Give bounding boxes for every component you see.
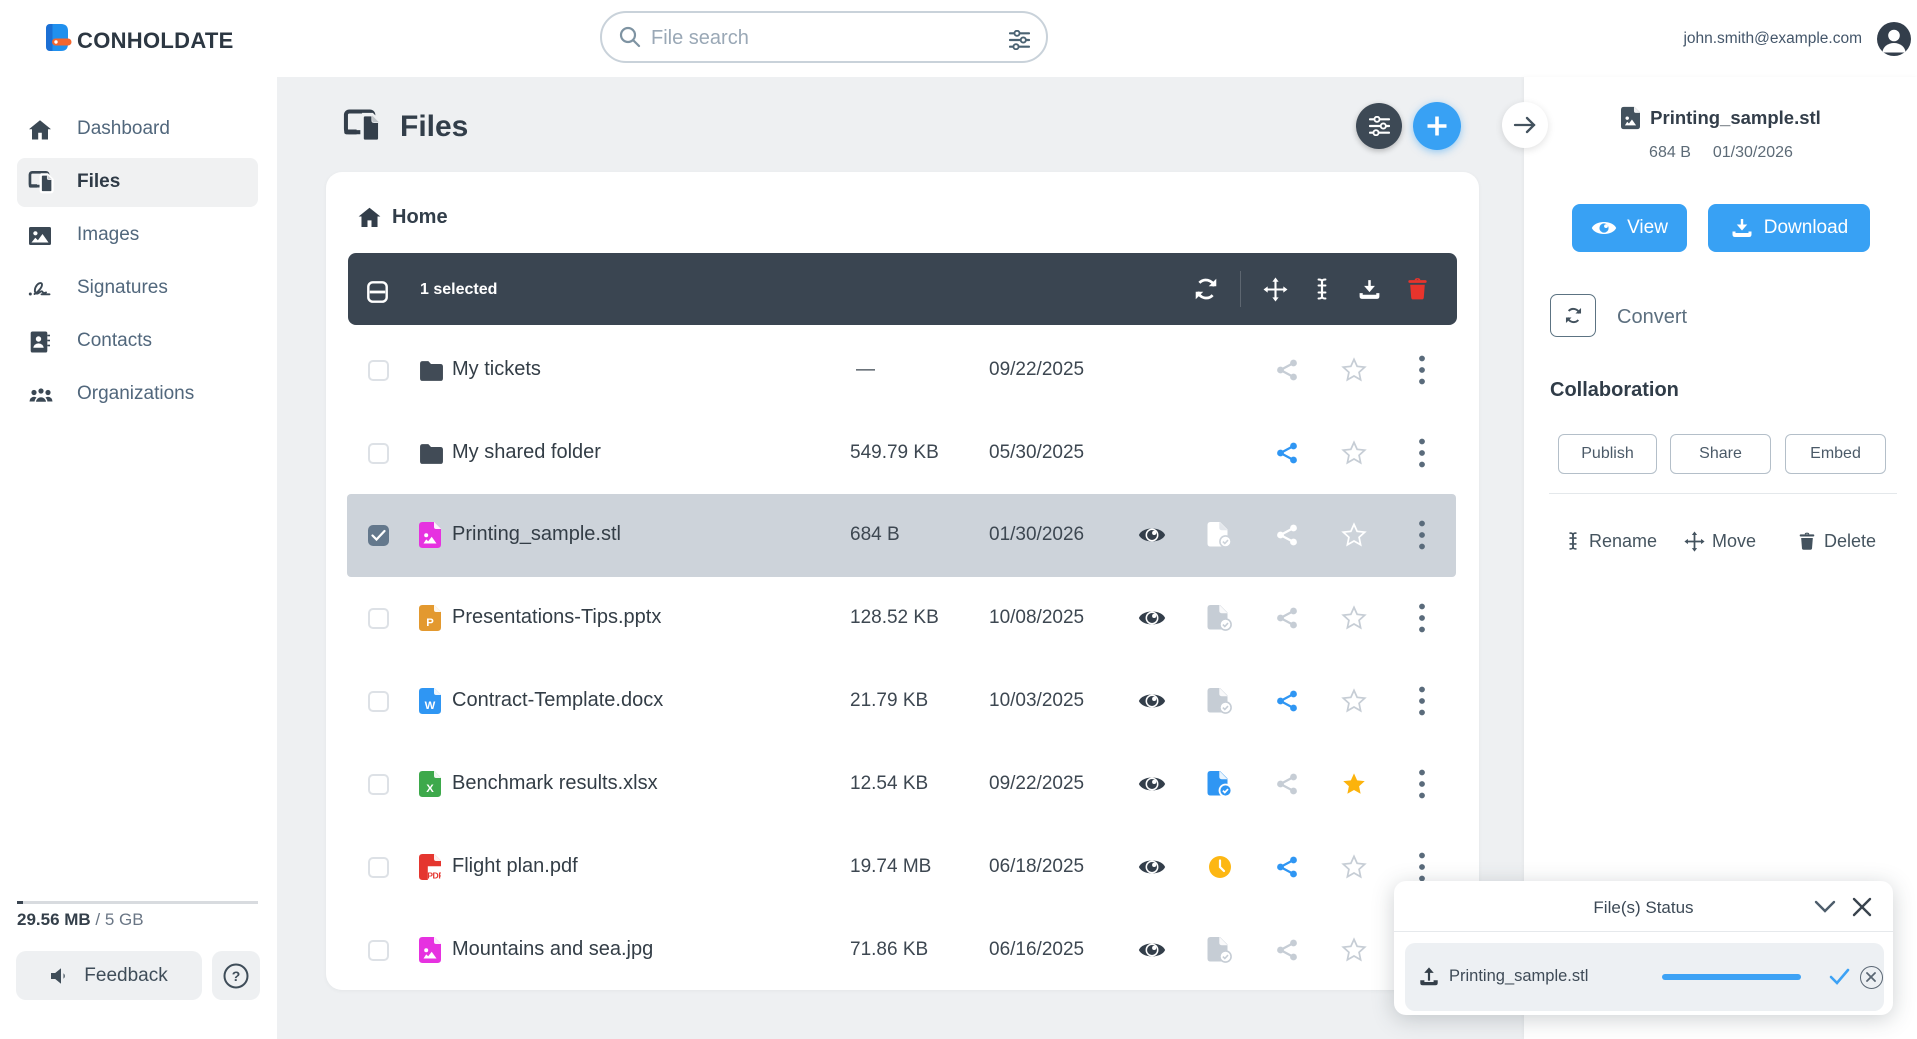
svg-text:PDF: PDF [427, 871, 441, 881]
svg-text:P: P [426, 617, 434, 629]
svg-text:?: ? [232, 968, 241, 984]
svg-text:X: X [426, 783, 434, 795]
svg-text:W: W [425, 700, 436, 712]
